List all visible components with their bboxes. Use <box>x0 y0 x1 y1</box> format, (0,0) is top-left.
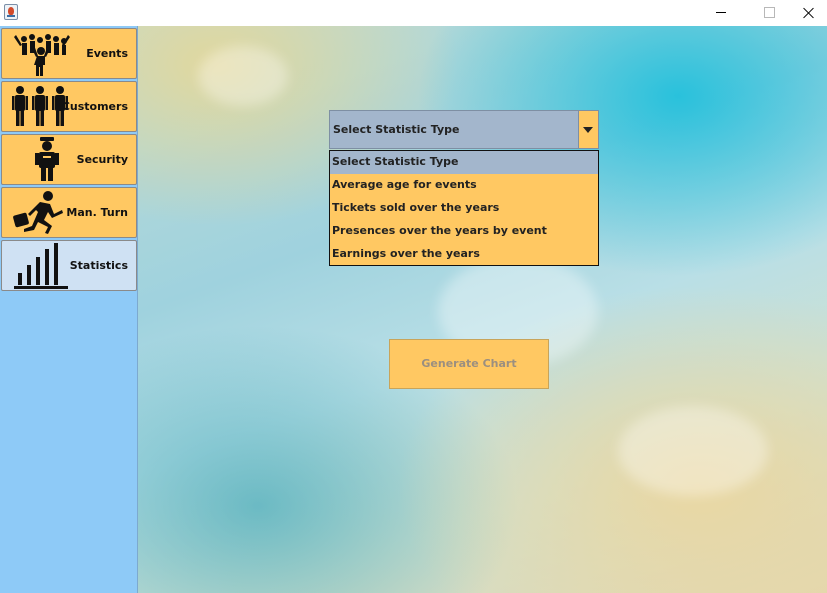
dropdown-option[interactable]: Tickets sold over the years <box>330 197 598 220</box>
close-icon[interactable] <box>790 0 827 26</box>
running-man-icon <box>13 191 63 234</box>
statistic-type-dropdown: Select Statistic Type Average age for ev… <box>329 150 599 266</box>
background-texture <box>198 46 288 106</box>
dropdown-option[interactable]: Average age for events <box>330 174 598 197</box>
java-cup-icon <box>4 4 18 20</box>
statistic-type-combo[interactable]: Select Statistic Type <box>329 110 599 149</box>
maximize-icon[interactable] <box>745 0 791 26</box>
bar-chart-icon <box>14 243 68 289</box>
sidebar-item-customers[interactable]: Customers <box>1 81 137 132</box>
dropdown-option[interactable]: Presences over the years by event <box>330 220 598 243</box>
sidebar-item-label: Events <box>86 47 128 60</box>
sidebar-item-statistics[interactable]: Statistics <box>1 240 137 291</box>
sidebar-item-label: Man. Turn <box>66 206 128 219</box>
sidebar-item-label: Customers <box>61 100 128 113</box>
dropdown-option[interactable]: Earnings over the years <box>330 243 598 266</box>
chevron-down-icon[interactable] <box>578 111 598 148</box>
generate-chart-button[interactable]: Generate Chart <box>389 339 549 389</box>
background-texture <box>618 406 768 496</box>
security-guard-icon <box>35 137 59 181</box>
dropdown-option[interactable]: Select Statistic Type <box>330 151 598 174</box>
minimize-icon[interactable] <box>698 0 744 26</box>
combo-selected-value: Select Statistic Type <box>333 123 460 136</box>
statistics-panel: Select Statistic Type Select Statistic T… <box>138 26 827 593</box>
sidebar-item-label: Statistics <box>69 259 128 272</box>
crowd-icon <box>14 34 70 76</box>
sidebar-item-security[interactable]: Security <box>1 134 137 185</box>
window-titlebar <box>0 0 827 26</box>
sidebar-item-events[interactable]: Events <box>1 28 137 79</box>
sidebar: Events Customers Security Man. Turn Stat… <box>0 26 138 593</box>
sidebar-item-label: Security <box>76 153 128 166</box>
sidebar-item-man-turn[interactable]: Man. Turn <box>1 187 137 238</box>
